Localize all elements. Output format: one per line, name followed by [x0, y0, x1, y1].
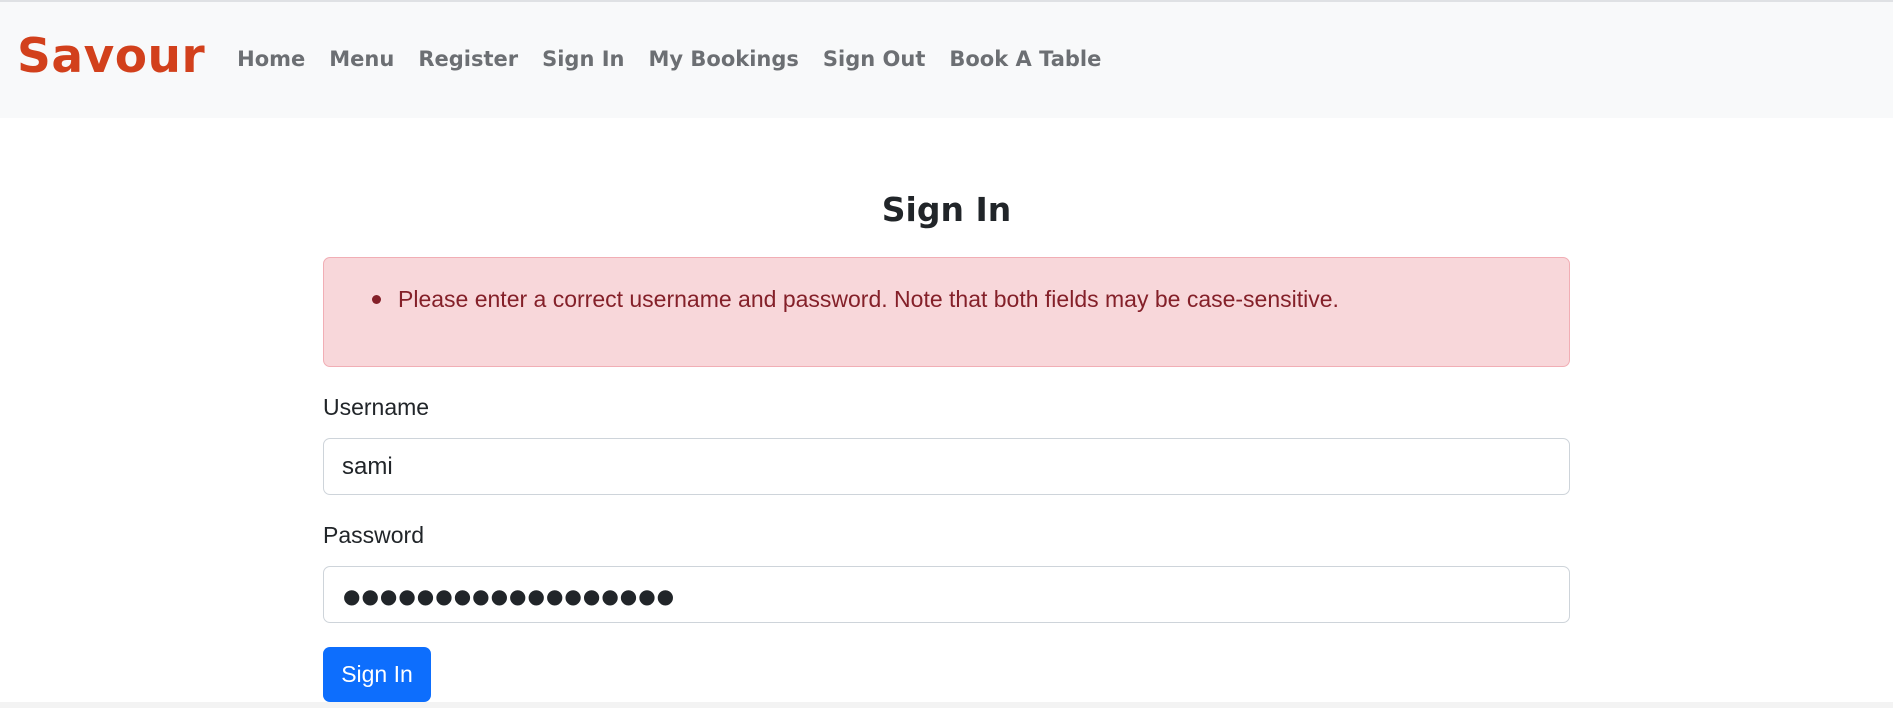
nav-sign-in[interactable]: Sign In	[530, 47, 636, 71]
password-mask: ●●●●●●●●●●●●●●●●●●	[343, 583, 676, 608]
nav-my-bookings[interactable]: My Bookings	[637, 47, 811, 71]
username-label: Username	[323, 394, 430, 420]
nav-links: Home Menu Register Sign In My Bookings S…	[225, 47, 1113, 71]
nav-menu[interactable]: Menu	[317, 47, 406, 71]
bullet-icon	[372, 295, 381, 304]
page-bottom-edge	[0, 702, 1893, 708]
error-alert: Please enter a correct username and pass…	[323, 257, 1570, 367]
navbar: Savour Home Menu Register Sign In My Boo…	[0, 2, 1893, 118]
password-input[interactable]: ●●●●●●●●●●●●●●●●●●	[323, 566, 1570, 623]
password-label: Password	[323, 522, 424, 548]
sign-in-button[interactable]: Sign In	[323, 647, 431, 702]
username-input[interactable]	[323, 438, 1570, 495]
page-title: Sign In	[881, 190, 1012, 229]
error-list: Please enter a correct username and pass…	[372, 286, 1339, 313]
nav-book-a-table[interactable]: Book A Table	[937, 47, 1113, 71]
nav-register[interactable]: Register	[406, 47, 530, 71]
error-message: Please enter a correct username and pass…	[398, 286, 1339, 312]
brand-logo[interactable]: Savour	[17, 29, 205, 84]
error-list-item: Please enter a correct username and pass…	[372, 286, 1339, 313]
nav-home[interactable]: Home	[225, 47, 317, 71]
nav-sign-out[interactable]: Sign Out	[811, 47, 937, 71]
